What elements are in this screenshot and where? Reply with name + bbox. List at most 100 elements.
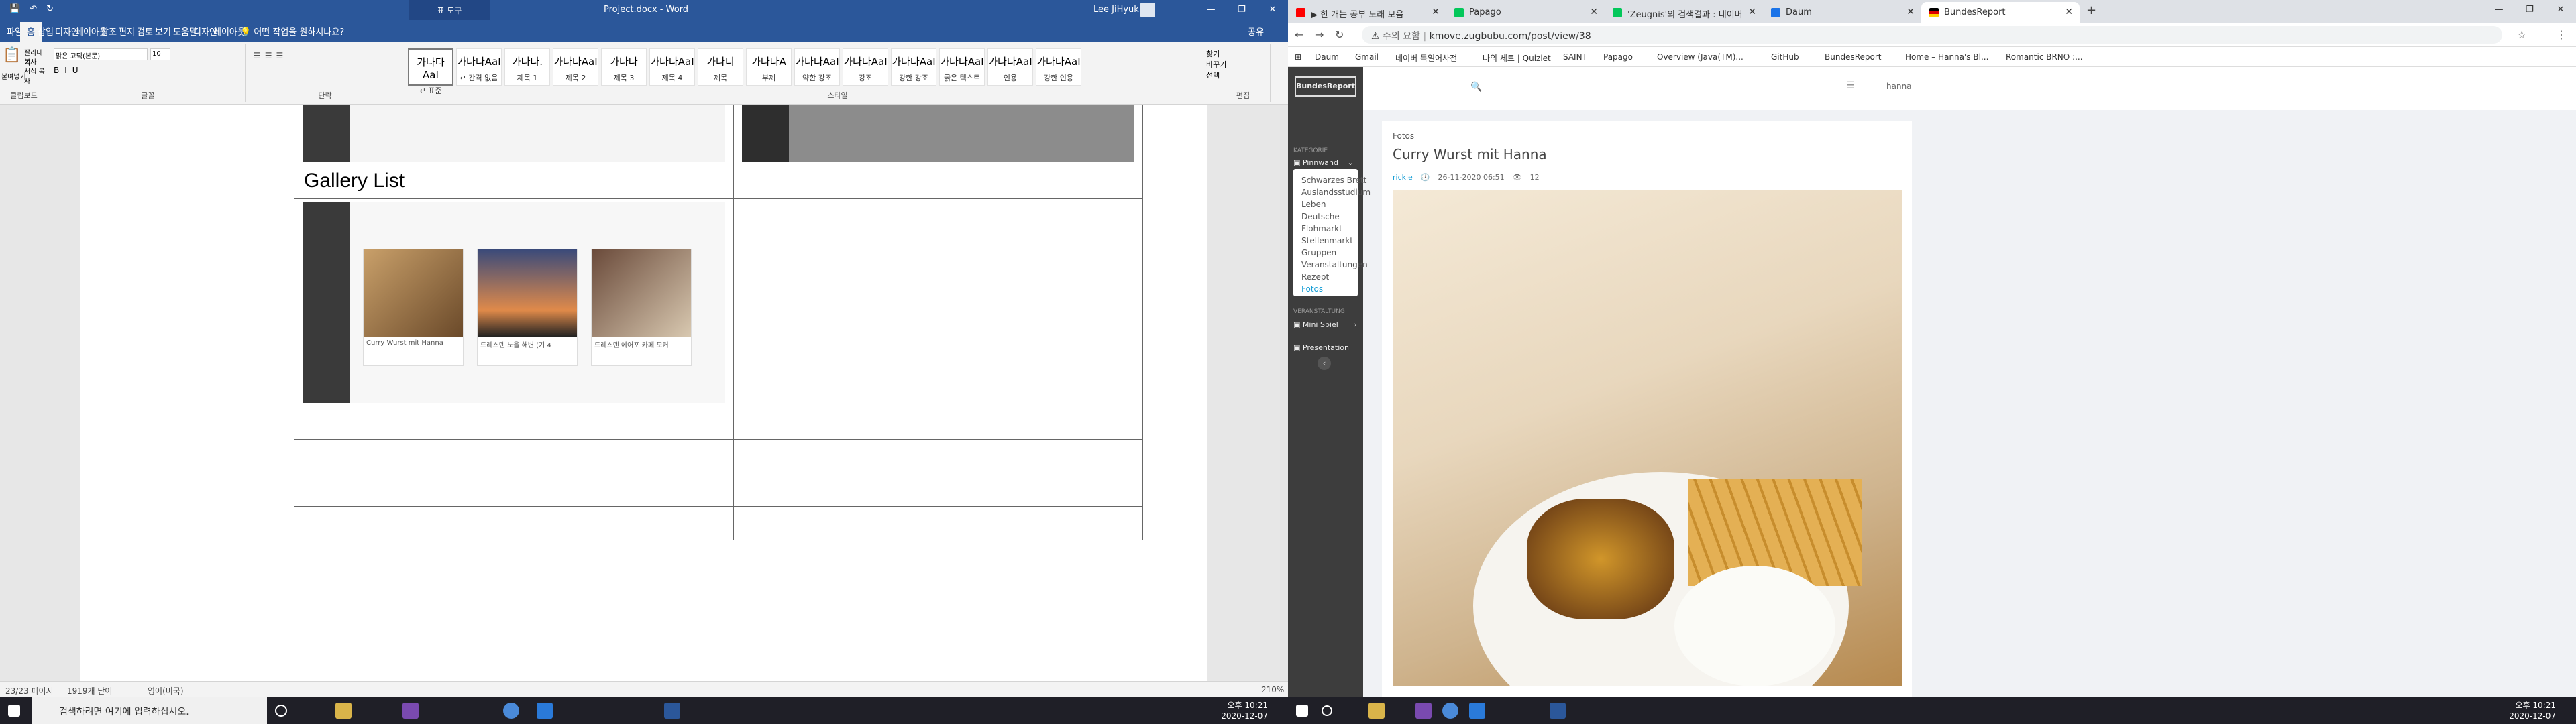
table-cell[interactable] bbox=[294, 473, 734, 507]
windows-start-icon[interactable] bbox=[8, 705, 20, 717]
address-bar[interactable]: ⚠ 주의 요함 | kmove.zugbubu.com/post/view/38 bbox=[1362, 26, 2502, 44]
paste-button[interactable]: 붙여넣기 bbox=[1, 71, 26, 81]
document-page[interactable]: Gallery List Curry Wurst mit Hanna 드레스덴 … bbox=[80, 105, 1208, 681]
style-heading-1[interactable]: 가나다. 제목 1 bbox=[504, 48, 550, 86]
zoom-level[interactable]: 210% bbox=[1261, 685, 1284, 695]
bookmark-papago[interactable]: Papago bbox=[1603, 52, 1633, 62]
style-quote[interactable]: 가나다AaI 인용 bbox=[987, 48, 1033, 86]
font-format-buttons[interactable]: BIU bbox=[54, 66, 84, 75]
table-cell[interactable] bbox=[733, 198, 1143, 406]
table-cell[interactable] bbox=[294, 105, 734, 164]
avatar[interactable] bbox=[1140, 3, 1155, 17]
font-name-select[interactable]: 맑은 고딕(본문) bbox=[54, 48, 148, 60]
table-cell[interactable] bbox=[733, 105, 1143, 164]
file-explorer-icon[interactable] bbox=[335, 703, 352, 719]
style-no-spacing[interactable]: 가나다AaI ↵ 간격 없음 bbox=[456, 48, 502, 86]
tab-references[interactable]: 참조 bbox=[101, 25, 117, 38]
vscode-icon[interactable] bbox=[537, 703, 553, 719]
style-heading-3[interactable]: 가나다 제목 3 bbox=[601, 48, 647, 86]
taskbar-search[interactable]: 검색하려면 여기에 입력하십시오. bbox=[32, 697, 267, 724]
replace-button[interactable]: 바꾸기 bbox=[1206, 59, 1226, 70]
table-cell[interactable]: Curry Wurst mit Hanna 드레스덴 노을 해변 (기 4 드레… bbox=[294, 198, 734, 406]
word-icon[interactable] bbox=[1550, 703, 1566, 719]
new-tab-button[interactable]: + bbox=[2086, 3, 2096, 17]
minimize-button[interactable]: — bbox=[1195, 0, 1226, 20]
save-icon[interactable]: 💾 bbox=[9, 4, 20, 14]
menu-item-fotos[interactable]: Fotos bbox=[1301, 284, 1323, 294]
style-heading-2[interactable]: 가나다AaI 제목 2 bbox=[553, 48, 598, 86]
close-button[interactable]: ✕ bbox=[1257, 0, 1288, 20]
chrome-icon[interactable] bbox=[503, 703, 519, 719]
chrome-icon[interactable] bbox=[1442, 703, 1458, 719]
file-explorer-icon[interactable] bbox=[1368, 703, 1385, 719]
select-button[interactable]: 선택 bbox=[1206, 70, 1220, 80]
format-painter-button[interactable]: 서식 복사 bbox=[24, 66, 48, 86]
forward-icon[interactable]: → bbox=[1315, 28, 1324, 41]
windows-start-icon[interactable] bbox=[1296, 705, 1308, 717]
system-clock[interactable]: 오후 10:21 2020-12-07 bbox=[2509, 700, 2556, 721]
reload-icon[interactable]: ↻ bbox=[1335, 28, 1344, 41]
table-cell[interactable] bbox=[294, 439, 734, 473]
document-table[interactable]: Gallery List Curry Wurst mit Hanna 드레스덴 … bbox=[294, 105, 1143, 540]
mini-spiel-link[interactable]: ▣ Mini Spiel › bbox=[1293, 320, 1357, 329]
word-icon[interactable] bbox=[664, 703, 680, 719]
style-heading-4[interactable]: 가나다AaI 제목 4 bbox=[649, 48, 695, 86]
close-tab-icon[interactable]: ✕ bbox=[1432, 7, 1440, 17]
bookmark-github[interactable]: GitHub bbox=[1771, 52, 1799, 62]
tab-view[interactable]: 보기 bbox=[155, 25, 171, 38]
site-logo[interactable]: BundesReport bbox=[1295, 76, 1356, 97]
user-name[interactable]: hanna bbox=[1886, 82, 1912, 91]
share-button[interactable]: 공유 bbox=[1248, 25, 1264, 38]
style-intense-quote[interactable]: 가나다AaI 강한 인용 bbox=[1036, 48, 1081, 86]
menu-item-gruppen[interactable]: Gruppen bbox=[1301, 248, 1336, 257]
table-cell[interactable] bbox=[733, 164, 1143, 199]
restore-button[interactable]: ❐ bbox=[2514, 0, 2545, 20]
browser-tab[interactable]: Daum ✕ bbox=[1763, 2, 1921, 23]
bookmark-saint[interactable]: SAINT bbox=[1563, 52, 1587, 62]
menu-item-deutsche[interactable]: Deutsche bbox=[1301, 212, 1340, 221]
post-author[interactable]: rickie bbox=[1393, 173, 1413, 182]
table-cell[interactable] bbox=[294, 406, 734, 440]
presentation-link[interactable]: ▣ Presentation bbox=[1293, 343, 1349, 352]
page-count[interactable]: 23/23 페이지 bbox=[5, 685, 54, 697]
style-intense-emphasis[interactable]: 가나다AaI 강한 강조 bbox=[891, 48, 936, 86]
bookmark-romantic-brno[interactable]: Romantic BRNO :... bbox=[2006, 52, 2083, 62]
bookmark-bundesreport[interactable]: BundesReport bbox=[1825, 52, 1881, 62]
language[interactable]: 영어(미국) bbox=[148, 685, 184, 697]
style-subtitle[interactable]: 가나다A 부제 bbox=[746, 48, 792, 86]
minimize-button[interactable]: — bbox=[2483, 0, 2514, 20]
search-icon[interactable] bbox=[1322, 705, 1332, 716]
back-icon[interactable]: ← bbox=[1295, 28, 1303, 41]
bookmark-star-icon[interactable]: ☆ bbox=[2517, 28, 2526, 41]
system-clock[interactable]: 오후 10:21 2020-12-07 bbox=[1221, 700, 1268, 721]
browser-tab-active[interactable]: BundesReport ✕ bbox=[1921, 2, 2080, 23]
style-strong[interactable]: 가나다AaI 굵은 텍스트 bbox=[939, 48, 985, 86]
close-tab-icon[interactable]: ✕ bbox=[1590, 7, 1598, 17]
collapse-sidebar-button[interactable]: ‹ bbox=[1318, 357, 1331, 370]
style-emphasis[interactable]: 가나다AaI 강조 bbox=[843, 48, 888, 86]
bookmark-quizlet[interactable]: 나의 세트 | Quizlet bbox=[1483, 52, 1551, 64]
close-tab-icon[interactable]: ✕ bbox=[2065, 7, 2073, 17]
style-title[interactable]: 가나디 제목 bbox=[698, 48, 743, 86]
table-cell[interactable] bbox=[733, 406, 1143, 440]
paste-icon[interactable]: 📋 bbox=[3, 47, 21, 64]
browser-tab[interactable]: 'Zeugnis'의 검색결과 : 네이버 ✕ bbox=[1605, 2, 1763, 23]
table-cell[interactable] bbox=[294, 506, 734, 540]
search-icon[interactable]: 🔍 bbox=[1470, 82, 1482, 93]
menu-item-schwarzes-brett[interactable]: Schwarzes Brett bbox=[1301, 176, 1366, 185]
browser-tab[interactable]: ▶ 한 개는 공부 노래 모음 ✕ bbox=[1288, 2, 1446, 23]
tell-me-search[interactable]: 💡 어떤 작업을 원하시나요? bbox=[240, 25, 344, 38]
menu-item-stellenmarkt[interactable]: Stellenmarkt bbox=[1301, 236, 1353, 245]
restore-button[interactable]: ❐ bbox=[1226, 0, 1257, 20]
undo-icon[interactable]: ↶ bbox=[30, 4, 37, 14]
post-category[interactable]: Fotos bbox=[1393, 131, 1414, 141]
close-tab-icon[interactable]: ✕ bbox=[1748, 7, 1756, 17]
menu-item-veranstaltungen[interactable]: Veranstaltungen bbox=[1301, 260, 1368, 269]
style-subtle-emphasis[interactable]: 가나다AaI 약한 강조 bbox=[794, 48, 840, 86]
bookmark-daum[interactable]: Daum bbox=[1315, 52, 1339, 62]
menu-icon[interactable]: ☰ bbox=[1846, 80, 1855, 91]
font-size-select[interactable]: 10 bbox=[150, 48, 170, 60]
table-cell[interactable] bbox=[733, 473, 1143, 507]
word-count[interactable]: 1919개 단어 bbox=[67, 685, 112, 697]
apps-icon[interactable]: ⊞ bbox=[1295, 52, 1301, 62]
